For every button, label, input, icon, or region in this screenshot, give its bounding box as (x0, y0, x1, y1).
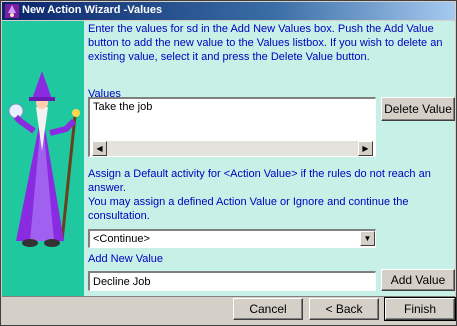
footer-divider (2, 296, 455, 297)
finish-button[interactable]: Finish (384, 297, 456, 321)
wizard-sidebar (2, 21, 84, 296)
delete-value-button[interactable]: Delete Value (381, 97, 455, 121)
add-new-value-label: Add New Value (88, 253, 164, 265)
new-value-input[interactable] (88, 271, 376, 291)
horizontal-scrollbar[interactable]: ◀ ▶ (92, 141, 373, 156)
wizard-app-icon (5, 4, 19, 18)
default-activity-line1: Assign a Default activity for <Action Va… (88, 168, 431, 194)
new-value-field[interactable] (90, 273, 375, 290)
cancel-button[interactable]: Cancel (233, 298, 303, 320)
instructions-text: Enter the values for sd in the Add New V… (88, 23, 443, 63)
back-button[interactable]: < Back (309, 298, 379, 320)
default-activity-text: Assign a Default activity for <Action Va… (88, 167, 453, 223)
chevron-down-icon[interactable]: ▼ (360, 231, 375, 246)
values-listbox[interactable]: Take the job ◀ ▶ (88, 97, 376, 157)
wizard-window: New Action Wizard -Values Enter the valu… (0, 0, 457, 326)
wizard-illustration (8, 71, 80, 247)
list-item[interactable]: Take the job (93, 101, 152, 113)
default-activity-line2: You may assign a defined Action Value or… (88, 196, 409, 222)
default-activity-select[interactable]: <Continue> ▼ (88, 229, 376, 248)
window-title: New Action Wizard -Values (22, 4, 163, 16)
default-activity-value: <Continue> (93, 233, 150, 245)
title-bar[interactable]: New Action Wizard -Values (2, 2, 455, 20)
scroll-right-icon[interactable]: ▶ (358, 141, 373, 156)
scroll-left-icon[interactable]: ◀ (92, 141, 107, 156)
add-value-button[interactable]: Add Value (381, 269, 455, 291)
